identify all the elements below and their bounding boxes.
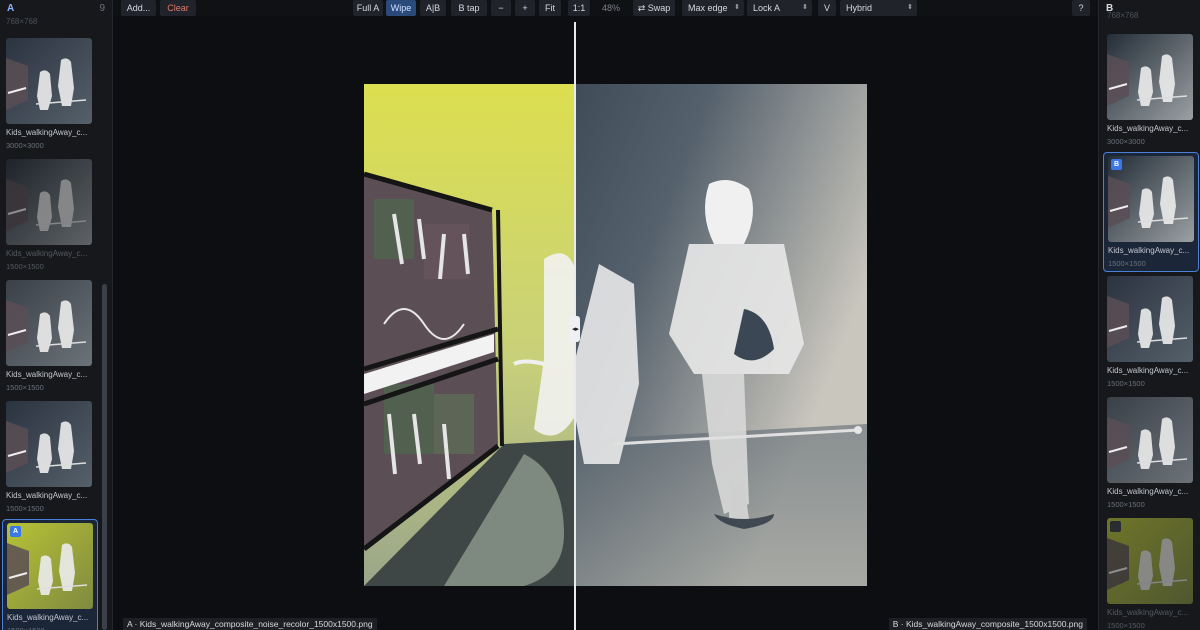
thumbnail-dimensions: 1500×1500 — [1108, 259, 1146, 268]
drag-arrows-icon: ◂▸ — [572, 326, 580, 333]
thumbnail-card[interactable]: A Kids_walkingAway_c... 1500×1500 — [2, 519, 98, 630]
thumbnail-filename: Kids_walkingAway_c... — [6, 128, 88, 137]
thumbnail-filename: Kids_walkingAway_c... — [6, 249, 88, 258]
thumbnail-dimensions: 3000×3000 — [6, 141, 44, 150]
thumbnail-filename: Kids_walkingAway_c... — [1107, 366, 1189, 375]
thumbnail-dimensions: 1500×1500 — [6, 504, 44, 513]
thumbnail-card[interactable]: B Kids_walkingAway_c... 1500×1500 — [1103, 152, 1199, 272]
thumbnail-image — [1107, 276, 1193, 362]
one-to-one-button[interactable]: 1:1 — [568, 0, 590, 16]
panel-a-count: 9 — [99, 2, 105, 14]
thumbnail-image: B — [1108, 156, 1194, 242]
full-a-button[interactable]: Full A — [353, 0, 383, 16]
thumbnail-dimensions: 1500×1500 — [6, 383, 44, 392]
panel-a-title: A — [7, 2, 15, 14]
thumbnail-filename: Kids_walkingAway_c... — [1108, 246, 1190, 255]
lock-select[interactable]: Lock A ⬍ — [747, 0, 812, 16]
wipe-handle[interactable]: ◂▸ — [570, 316, 580, 342]
zoom-readout: 48% — [601, 3, 620, 13]
thumbnail-image — [6, 401, 92, 487]
thumbnail-image — [6, 38, 92, 124]
thumbnail-filename: Kids_walkingAway_c... — [7, 613, 89, 622]
b-tap-button[interactable]: B tap — [451, 0, 487, 16]
image-a-filename: A · Kids_walkingAway_composite_noise_rec… — [123, 618, 377, 630]
thumbnail-filename: Kids_walkingAway_c... — [1107, 608, 1189, 617]
thumbnail-image — [1107, 518, 1193, 604]
wipe-button[interactable]: Wipe — [386, 0, 416, 16]
zoom-in-button[interactable]: + — [515, 0, 535, 16]
thumbnail-dimensions: 1500×1500 — [7, 626, 93, 630]
panel-a-scrollbar[interactable] — [102, 16, 107, 630]
help-button[interactable]: ? — [1072, 0, 1090, 16]
comparison-image[interactable] — [364, 84, 867, 586]
panel-a: A 9 768×768 Kids_walkingAway_c... 3000×30… — [0, 0, 113, 630]
comparison-artwork — [364, 84, 867, 586]
thumbnail-image — [6, 280, 92, 366]
slot-badge: A — [10, 526, 21, 537]
thumbnail-dimensions: 1500×1500 — [1107, 500, 1145, 509]
add-button[interactable]: Add... — [121, 0, 156, 16]
ab-split-button[interactable]: A|B — [420, 0, 446, 16]
thumbnail-image — [1107, 397, 1193, 483]
panel-a-header: A 9 — [0, 0, 112, 16]
panel-a-thumbnail-list: 768×768 Kids_walkingAway_c... 3000×3000 Ki… — [2, 16, 98, 630]
thumbnail-dimensions: 3000×3000 — [1107, 137, 1145, 146]
mode-value: Hybrid — [846, 3, 873, 13]
select-arrows-icon: ⬍ — [907, 4, 913, 11]
thumbnail-dimensions: 1500×1500 — [6, 262, 44, 271]
thumbnail-card[interactable]: Kids_walkingAway_c... 1500×1500 — [6, 159, 98, 271]
select-arrows-icon: ⬍ — [802, 4, 808, 11]
thumbnail-card[interactable]: Kids_walkingAway_c... 1500×1500 — [6, 401, 98, 513]
thumbnail-filename: Kids_walkingAway_c... — [1107, 487, 1189, 496]
thumbnail-card[interactable]: Kids_walkingAway_c... 1500×1500 — [1107, 518, 1199, 630]
thumbnail-card[interactable]: Kids_walkingAway_c... 1500×1500 — [6, 280, 98, 392]
thumbnail-card[interactable]: Kids_walkingAway_c... 3000×3000 — [1107, 34, 1199, 146]
zoom-out-button[interactable]: − — [491, 0, 511, 16]
thumbnail-card[interactable]: Kids_walkingAway_c... 3000×3000 — [6, 38, 98, 150]
lock-value: Lock A — [753, 3, 781, 13]
clipped-dims: 768×768 — [6, 17, 38, 26]
thumbnail-filename: Kids_walkingAway_c... — [6, 491, 88, 500]
fit-button[interactable]: Fit — [539, 0, 561, 16]
toolbar: Add... Clear Full A Wipe A|B B tap − + F… — [113, 0, 1098, 16]
thumbnail-image — [1107, 34, 1193, 120]
thumbnail-dimensions: 1500×1500 — [1107, 379, 1145, 388]
thumbnail-image — [6, 159, 92, 245]
compare-viewer[interactable]: ◂▸ A · Kids_walkingAway_composite_noise_… — [113, 16, 1098, 630]
mode-select[interactable]: Hybrid ⬍ — [840, 0, 917, 16]
swap-button[interactable]: ⇄ Swap — [633, 0, 675, 16]
panel-b-thumbnail-list: 768×768 Kids_walkingAway_c... 3000×3000 B K… — [1103, 11, 1199, 630]
select-arrows-icon: ⬍ — [734, 4, 740, 11]
max-edge-value: Max edge — [688, 3, 728, 13]
max-edge-select[interactable]: Max edge ⬍ — [682, 0, 744, 16]
clear-button[interactable]: Clear — [160, 0, 196, 16]
slot-badge: B — [1111, 159, 1122, 170]
clipped-dims: 768×768 — [1107, 11, 1139, 20]
thumbnail-filename: Kids_walkingAway_c... — [6, 370, 88, 379]
thumbnail-card[interactable]: Kids_walkingAway_c... 1500×1500 — [1107, 276, 1199, 388]
image-b-filename: B · Kids_walkingAway_composite_1500x1500… — [888, 618, 1087, 630]
thumbnail-image: A — [7, 523, 93, 609]
v-button[interactable]: V — [818, 0, 836, 16]
thumbnail-dimensions: 1500×1500 — [1107, 621, 1145, 630]
thumbnail-card[interactable]: Kids_walkingAway_c... 1500×1500 — [1107, 397, 1199, 509]
scrollbar-thumb[interactable] — [102, 284, 107, 630]
thumbnail-filename: Kids_walkingAway_c... — [1107, 124, 1189, 133]
slot-badge — [1110, 521, 1121, 532]
panel-b: B 768×768 Kids_walkingAway_c... 3000×3000… — [1098, 0, 1200, 630]
